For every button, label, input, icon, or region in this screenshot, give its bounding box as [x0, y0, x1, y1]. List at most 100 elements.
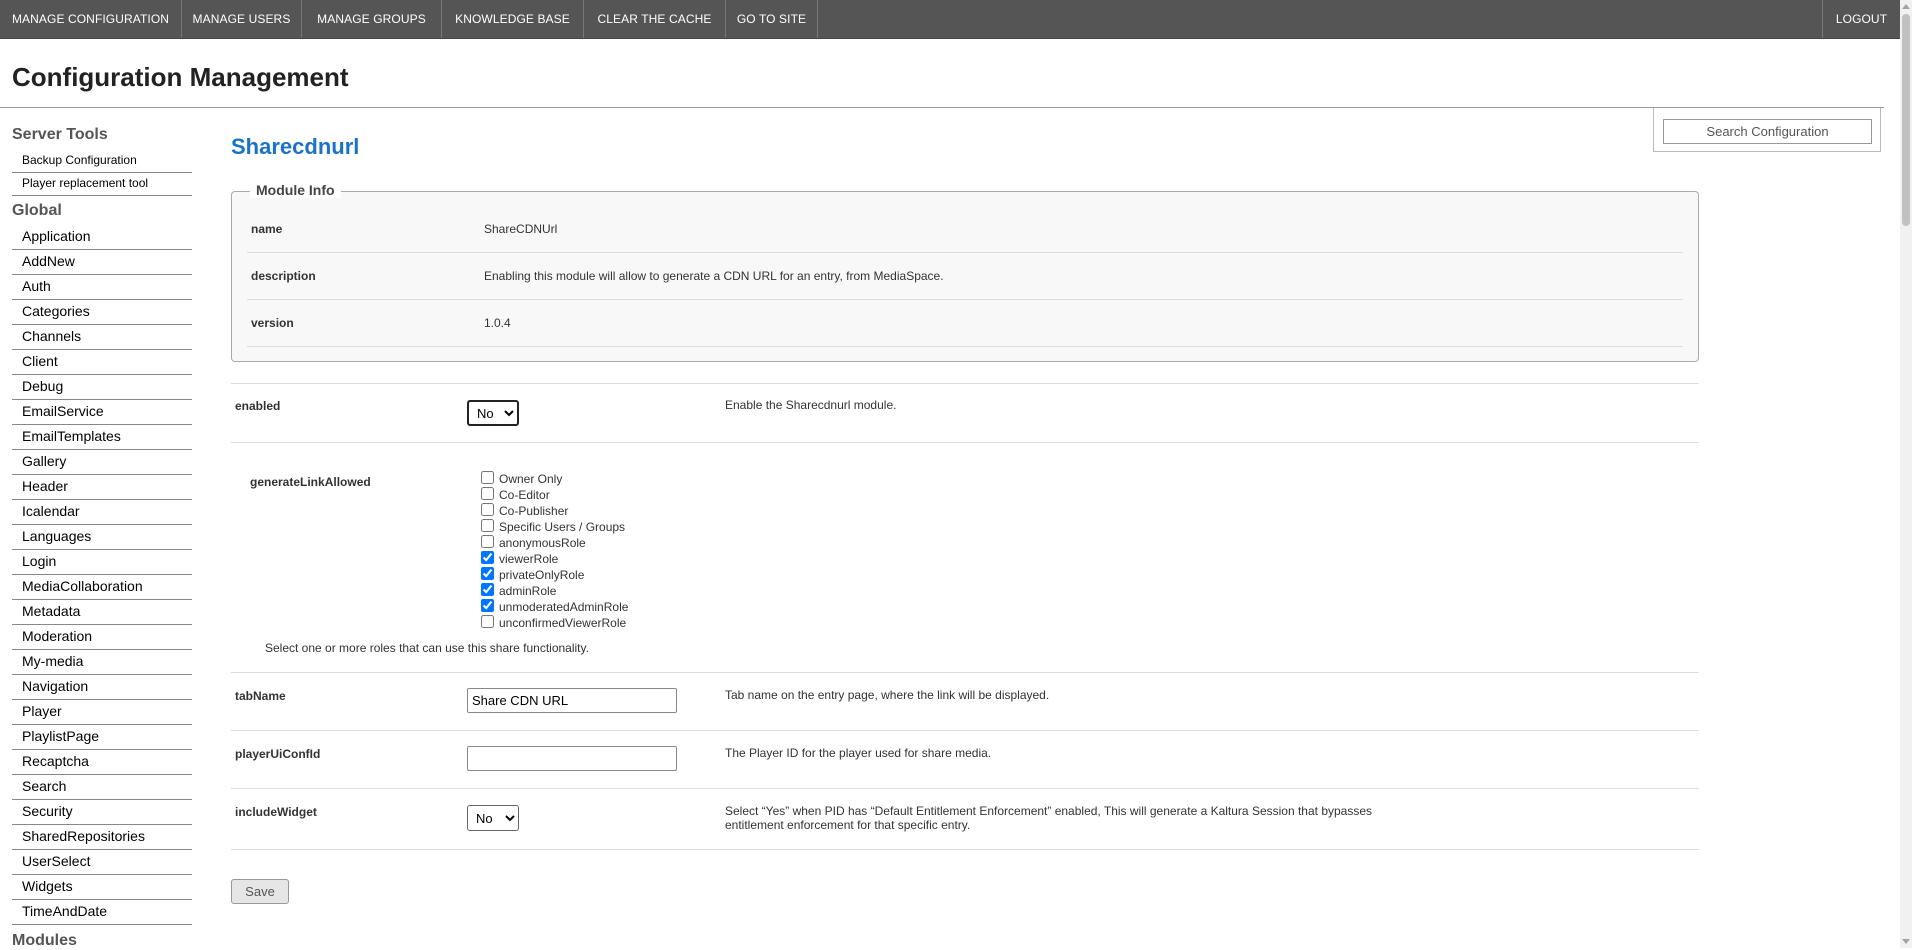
viewer-role-checkbox[interactable] [481, 551, 494, 564]
save-button[interactable]: Save [231, 879, 289, 904]
sidebar-item-sharedrepositories[interactable]: SharedRepositories [12, 825, 192, 850]
checkbox-label: Owner Only [499, 472, 563, 486]
sidebar-item-search[interactable]: Search [12, 775, 192, 800]
sidebar-item-moderation[interactable]: Moderation [12, 625, 192, 650]
sidebar-item-debug[interactable]: Debug [12, 375, 192, 400]
co-publisher-checkbox[interactable] [481, 503, 494, 516]
scroll-up-arrow-icon[interactable] [1902, 4, 1910, 9]
page-title: Configuration Management [12, 62, 349, 92]
sidebar-item-player[interactable]: Player [12, 700, 192, 725]
unmoderated-admin-role-checkbox[interactable] [481, 599, 494, 612]
sidebar-item-icalendar[interactable]: Icalendar [12, 500, 192, 525]
checkbox-label: unmoderatedAdminRole [499, 600, 629, 614]
checkbox-label: viewerRole [499, 552, 559, 566]
unconfirmed-viewer-role-checkbox[interactable] [481, 615, 494, 628]
nav-manage-users[interactable]: MANAGE USERS [182, 0, 302, 38]
module-title: Sharecdnurl [231, 134, 360, 159]
field-divider [231, 442, 1699, 443]
checkbox-label: unconfirmedViewerRole [499, 616, 627, 630]
module-info-row: description Enabling this module will al… [247, 253, 1683, 300]
scrollbar-thumb[interactable] [1902, 14, 1910, 226]
sidebar-item-mediacollaboration[interactable]: MediaCollaboration [12, 575, 192, 600]
module-info-key: description [251, 269, 316, 283]
sidebar-heading-server-tools: Server Tools [12, 126, 108, 143]
field-divider [231, 383, 1699, 384]
checkbox-label: anonymousRole [499, 536, 586, 550]
module-info-row: version 1.0.4 [247, 300, 1683, 347]
sidebar-item-auth[interactable]: Auth [12, 275, 192, 300]
field-divider [231, 849, 1699, 850]
field-divider [231, 730, 1699, 731]
sidebar-item-metadata[interactable]: Metadata [12, 600, 192, 625]
include-widget-description-continued: entitlement enforcement for that specifi… [725, 818, 971, 832]
header-divider [0, 107, 1884, 108]
include-widget-description: Select “Yes” when PID has “Default Entit… [725, 804, 1373, 818]
enabled-label: enabled [235, 399, 281, 413]
scroll-down-arrow-icon[interactable] [1902, 939, 1910, 944]
sidebar-item-application[interactable]: Application [12, 225, 192, 250]
owner-only-checkbox[interactable] [481, 471, 494, 484]
include-widget-select[interactable]: No Yes [467, 805, 519, 831]
sidebar-item-backup-configuration[interactable]: Backup Configuration [12, 150, 192, 173]
player-ui-conf-id-description: The Player ID for the player used for sh… [725, 746, 992, 760]
admin-role-checkbox[interactable] [481, 583, 494, 596]
tab-name-label: tabName [235, 689, 286, 703]
sidebar-heading-global: Global [12, 202, 62, 219]
sidebar-item-timeanddate[interactable]: TimeAndDate [12, 900, 192, 925]
module-info-row: name ShareCDNUrl [247, 206, 1683, 253]
nav-go-to-site[interactable]: GO TO SITE [726, 0, 818, 38]
module-info-value: ShareCDNUrl [484, 222, 558, 236]
tab-name-description: Tab name on the entry page, where the li… [725, 688, 1050, 702]
sidebar-item-my-media[interactable]: My-media [12, 650, 192, 675]
sidebar-item-languages[interactable]: Languages [12, 525, 192, 550]
sidebar-item-emailservice[interactable]: EmailService [12, 400, 192, 425]
logout-button[interactable]: LOGOUT [1822, 0, 1900, 38]
module-info-key: name [251, 222, 283, 236]
sidebar-item-gallery[interactable]: Gallery [12, 450, 192, 475]
sidebar-item-widgets[interactable]: Widgets [12, 875, 192, 900]
field-divider [231, 788, 1699, 789]
sidebar-item-addnew[interactable]: AddNew [12, 250, 192, 275]
search-configuration-input[interactable] [1663, 119, 1872, 144]
sidebar-item-channels[interactable]: Channels [12, 325, 192, 350]
nav-manage-groups[interactable]: MANAGE GROUPS [302, 0, 442, 38]
checkbox-label: Co-Publisher [499, 504, 569, 518]
checkbox-label: adminRole [499, 584, 557, 598]
include-widget-label: includeWidget [235, 805, 317, 819]
module-info-key: version [251, 316, 294, 330]
sidebar-item-header[interactable]: Header [12, 475, 192, 500]
enabled-select[interactable]: No Yes [467, 400, 519, 426]
module-info-value: 1.0.4 [484, 316, 511, 330]
sidebar-item-emailtemplates[interactable]: EmailTemplates [12, 425, 192, 450]
vertical-scrollbar[interactable] [1900, 0, 1912, 948]
generate-link-allowed-description: Select one or more roles that can use th… [265, 641, 589, 655]
enabled-description: Enable the Sharecdnurl module. [725, 398, 897, 412]
nav-knowledge-base[interactable]: KNOWLEDGE BASE [442, 0, 584, 38]
top-navigation-bar: MANAGE CONFIGURATION MANAGE USERS MANAGE… [0, 0, 1900, 39]
sidebar-item-navigation[interactable]: Navigation [12, 675, 192, 700]
nav-manage-configuration[interactable]: MANAGE CONFIGURATION [0, 0, 182, 38]
module-info-legend: Module Info [250, 182, 341, 198]
checkbox-label: Specific Users / Groups [499, 520, 626, 534]
sidebar-item-player-replacement-tool[interactable]: Player replacement tool [12, 173, 192, 196]
generate-link-allowed-label: generateLinkAllowed [250, 475, 371, 489]
field-divider [231, 672, 1699, 673]
sidebar-heading-modules: Modules [12, 932, 77, 949]
sidebar-item-security[interactable]: Security [12, 800, 192, 825]
sidebar-item-userselect[interactable]: UserSelect [12, 850, 192, 875]
module-info-fieldset: Module Info name ShareCDNUrl description… [231, 182, 1699, 362]
sidebar-item-recaptcha[interactable]: Recaptcha [12, 750, 192, 775]
sidebar-item-login[interactable]: Login [12, 550, 192, 575]
player-ui-conf-id-label: playerUiConfId [235, 747, 321, 761]
tab-name-input[interactable] [467, 688, 677, 713]
specific-users-groups-checkbox[interactable] [481, 519, 494, 532]
checkbox-label: privateOnlyRole [499, 568, 585, 582]
sidebar-item-playlistpage[interactable]: PlaylistPage [12, 725, 192, 750]
private-only-role-checkbox[interactable] [481, 567, 494, 580]
anonymous-role-checkbox[interactable] [481, 535, 494, 548]
co-editor-checkbox[interactable] [481, 487, 494, 500]
sidebar-item-categories[interactable]: Categories [12, 300, 192, 325]
sidebar-item-client[interactable]: Client [12, 350, 192, 375]
nav-clear-the-cache[interactable]: CLEAR THE CACHE [584, 0, 726, 38]
player-ui-conf-id-input[interactable] [467, 746, 677, 771]
